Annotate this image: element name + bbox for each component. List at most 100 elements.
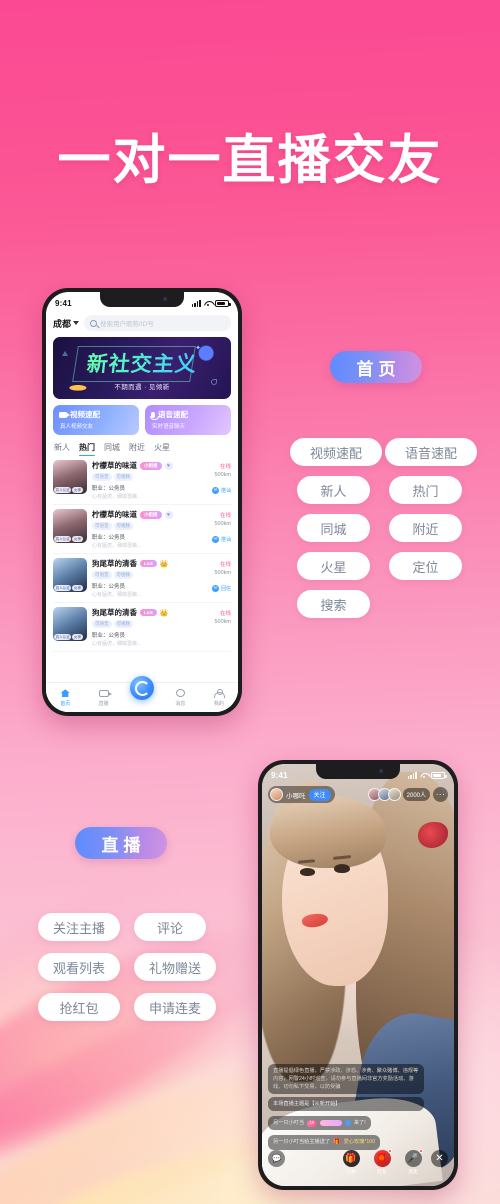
chevron-down-icon	[73, 321, 80, 325]
gift-label: 礼物	[346, 1168, 356, 1174]
user-tag: 可语音	[92, 522, 112, 530]
badge-icon	[344, 1120, 351, 1127]
like-icon[interactable]: ♥	[164, 461, 173, 470]
user-tag: 可视频	[113, 522, 133, 530]
distance-label: 500km	[214, 472, 231, 478]
chat-text: 另一只小叮当给主播送了	[273, 1139, 331, 1146]
feature-pill-hot[interactable]: 热门	[389, 476, 462, 504]
search-icon	[90, 319, 98, 327]
feature-pill-nearby[interactable]: 附近	[389, 514, 462, 542]
sidebar-item-messages[interactable]: 消息	[161, 688, 199, 707]
feature-pill-newcomer[interactable]: 新人	[297, 476, 370, 504]
chat-action-button[interactable]: ✉ 搭讪	[211, 535, 231, 543]
tab-newcomer[interactable]: 新人	[54, 442, 70, 453]
feature-pill-location[interactable]: 定位	[389, 552, 462, 580]
promo-banner[interactable]: ✦ 新社交主义 不期而遇 · 见倾新	[53, 337, 231, 399]
sidebar-item-profile[interactable]: 我的	[200, 688, 238, 708]
host-name: 小哪吒	[286, 792, 306, 800]
chat-user: 另一只小叮当	[273, 1120, 305, 1127]
tab-mars[interactable]: 火星	[154, 442, 170, 453]
distance-label: 500km	[214, 521, 231, 527]
tabbar-label: 我的	[213, 701, 224, 708]
chat-text: 来了!	[353, 1120, 366, 1127]
close-icon[interactable]: ✕	[431, 1150, 448, 1167]
section-badge-live: 直播	[75, 827, 167, 859]
video-match-card[interactable]: 视频速配 真人视频交友	[53, 405, 139, 435]
user-tag: 可语音	[92, 473, 112, 481]
chat-action-button[interactable]: ✉ 回信	[211, 584, 231, 592]
tab-hot[interactable]: 热门	[79, 442, 95, 456]
feature-pill-voice-match[interactable]: 语音速配	[385, 438, 477, 466]
video-match-subtitle: 真人视频交友	[60, 424, 94, 430]
chat-action-label: 搭讪	[220, 487, 231, 494]
gift-box-icon: 🎁	[342, 1150, 360, 1167]
avatar	[270, 788, 283, 801]
crown-icon: 👑	[159, 609, 169, 617]
live-pill-viewer-list[interactable]: 观看列表	[38, 953, 120, 981]
chat-action-button[interactable]: ✉ 搭讪	[211, 486, 231, 494]
chat-bubble-icon[interactable]: 💬	[268, 1150, 285, 1167]
feature-pill-mars[interactable]: 火星	[297, 552, 370, 580]
section-badge-home: 首页	[330, 351, 422, 383]
user-name: 柠檬草的味道	[92, 461, 137, 470]
live-pill-send-gift[interactable]: 礼物赠送	[134, 953, 216, 981]
list-item[interactable]: 真人认证 女神 狗尾草的清香 Lv.9 👑 可语音 可视频 职业：公务员 心有猛…	[53, 603, 231, 652]
banner-subtitle: 不期而遇 · 见倾新	[114, 384, 170, 391]
feature-pill-search[interactable]: 搜索	[297, 590, 370, 618]
avatar: 真人认证 女神	[53, 558, 87, 592]
voice-match-card[interactable]: 语音速配 实时语音聊天	[145, 405, 231, 435]
chat-gift-message: 另一只小叮当给主播送了 🎁 爱心玫瑰*100	[268, 1134, 380, 1150]
video-match-title: 视频速配	[70, 410, 100, 419]
host-info-chip[interactable]: 小哪吒 关注	[268, 786, 335, 803]
promo-page: 一对一直播交友 9:41 成都 搜索用户昵称/ID号 新社交主义 不期而遇 · …	[0, 0, 500, 1204]
tabbar-label: 首页	[60, 701, 71, 708]
city-label: 成都	[53, 318, 72, 329]
level-badge: 19	[307, 1119, 317, 1128]
feature-pill-video-match[interactable]: 视频速配	[290, 438, 382, 466]
search-input[interactable]: 搜索用户昵称/ID号	[84, 315, 231, 331]
live-header: 小哪吒 关注 2000人 ···	[262, 786, 454, 803]
quick-match-row: 视频速配 真人视频交友 语音速配 实时语音聊天	[53, 405, 231, 435]
live-chat-list[interactable]: 直播提倡绿色直播，严禁涉政、涉恐、涉黄、聚众赌博、违规等内容，网警24小时巡查，…	[268, 1061, 424, 1150]
tab-nearby[interactable]: 附近	[129, 442, 145, 453]
page-title: 一对一直播交友	[57, 131, 443, 190]
live-pill-follow-host[interactable]: 关注主播	[38, 913, 120, 941]
user-tag: 可视频	[113, 620, 133, 628]
live-pill-request-mic[interactable]: 申请连麦	[134, 993, 216, 1021]
list-item[interactable]: 真人认证 女神 狗尾草的清香 Lv.9 👑 可语音 可视频 职业：公务员 心有猛…	[53, 554, 231, 603]
category-tabs: 新人 热门 同城 附近 火星	[46, 435, 238, 456]
user-badge: Lv.9	[140, 560, 157, 567]
vip-pill-icon	[319, 1120, 342, 1127]
banner-title: 新社交主义	[53, 348, 231, 378]
chat-action-label: 回信	[220, 585, 231, 592]
like-icon[interactable]: ♥	[164, 510, 173, 519]
chat-topic: 本场直播主题是【从新开始】	[268, 1097, 424, 1112]
user-name: 狗尾草的清香	[92, 559, 137, 568]
live-pill-comment[interactable]: 评论	[134, 913, 206, 941]
battery-icon	[431, 771, 447, 779]
crown-icon: 👑	[159, 560, 169, 568]
city-selector[interactable]: 成都	[53, 317, 80, 330]
red-packet-icon: 🧧	[373, 1149, 392, 1167]
sidebar-item-live[interactable]: 直播	[84, 688, 122, 707]
red-packet-action[interactable]: 🧧 红包	[372, 1149, 392, 1175]
sidebar-item-home[interactable]: 首页	[46, 688, 84, 708]
avatar-tag: 真人认证	[54, 634, 72, 640]
distance-label: 500km	[214, 619, 231, 625]
tab-same-city[interactable]: 同城	[104, 442, 120, 453]
avatar: 真人认证 女神	[53, 509, 87, 543]
status-badge: 在线	[219, 513, 231, 519]
status-badge: 在线	[219, 464, 231, 470]
status-bar: 9:41	[262, 764, 454, 783]
match-circle-icon[interactable]	[130, 676, 154, 700]
avatar	[387, 788, 401, 801]
list-item[interactable]: 真人认证 女神 柠檬草的味道 小姐姐 ♥ 可语音 可视频 职业：公务员 心有猛虎…	[53, 456, 231, 505]
live-pill-grab-red-packet[interactable]: 抢红包	[38, 993, 120, 1021]
follow-button[interactable]: 关注	[308, 788, 331, 801]
mic-link-action[interactable]: 🎤 连麦	[403, 1149, 423, 1175]
more-dots-icon[interactable]: ···	[433, 787, 448, 802]
gift-action[interactable]: 🎁 礼物	[341, 1150, 361, 1175]
list-item[interactable]: 真人认证 女神 柠檬草的味道 小姐姐 ♥ 可语音 可视频 职业：公务员 心有猛虎…	[53, 505, 231, 554]
viewer-list[interactable]: 2000人 ···	[367, 787, 448, 802]
feature-pill-same-city[interactable]: 同城	[297, 514, 370, 542]
